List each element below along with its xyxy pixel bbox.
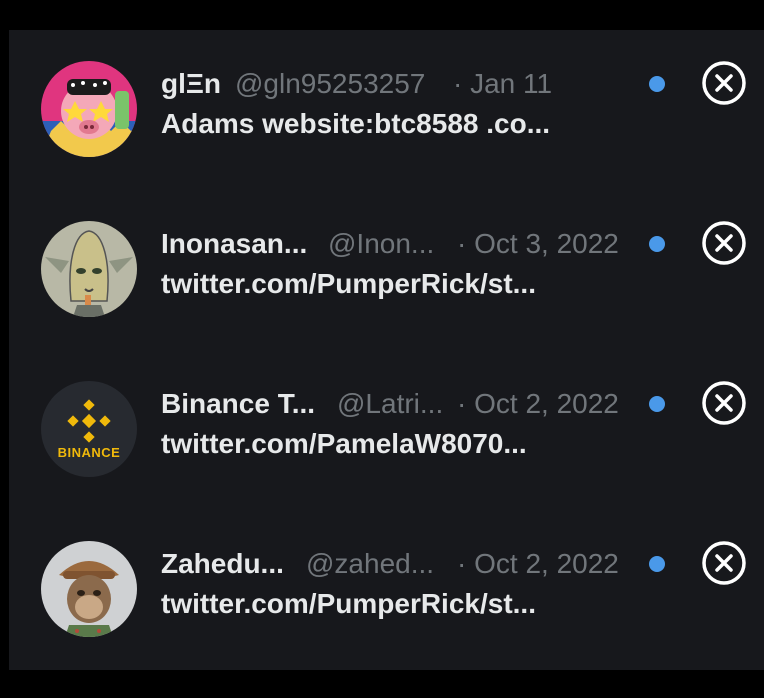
avatar[interactable]	[41, 61, 137, 157]
dismiss-button[interactable]	[701, 60, 747, 106]
message-snippet: twitter.com/PumperRick/st...	[161, 268, 536, 299]
close-circle-icon	[702, 541, 746, 585]
unread-dot-icon	[649, 396, 665, 412]
close-circle-icon	[702, 381, 746, 425]
sender-handle: @zahed...	[306, 548, 435, 579]
sender-handle: @gln95253257	[235, 68, 426, 99]
message-list-panel: glΞn @gln95253257 · Jan 11 Adams website…	[9, 30, 764, 670]
message-row[interactable]: Inonasan... @Inon... · Oct 3, 2022 twitt…	[9, 190, 764, 317]
message-snippet: Adams website:btc8588 .co...	[161, 108, 551, 139]
unread-dot-icon	[649, 556, 665, 572]
binance-logo-text: BINANCE	[57, 445, 121, 460]
unread-dot-icon	[649, 236, 665, 252]
message-snippet: twitter.com/PumperRick/st...	[161, 588, 536, 619]
sender-name: Binance T...	[161, 388, 316, 419]
sender-handle: @Latri...	[337, 388, 444, 419]
sender-name: Inonasan...	[161, 228, 308, 259]
message-row[interactable]: BINANCE Binance T... @Latri... · Oct 2, …	[9, 350, 764, 477]
sender-handle: @Inon...	[328, 228, 435, 259]
message-row[interactable]: glΞn @gln95253257 · Jan 11 Adams website…	[9, 30, 764, 157]
avatar[interactable]: BINANCE	[41, 381, 137, 477]
bottom-edge	[0, 670, 764, 698]
avatar[interactable]	[41, 541, 137, 637]
sender-name: glΞn	[161, 68, 222, 99]
dismiss-button[interactable]	[701, 540, 747, 586]
message-row[interactable]: Zahedu... @zahed... · Oct 2, 2022 twitte…	[9, 510, 764, 637]
message-date: · Oct 2, 2022	[457, 388, 619, 419]
close-circle-icon	[702, 221, 746, 265]
avatar[interactable]	[41, 221, 137, 317]
message-date: · Oct 2, 2022	[457, 548, 619, 579]
dismiss-button[interactable]	[701, 220, 747, 266]
dismiss-button[interactable]	[701, 380, 747, 426]
sender-name: Zahedu...	[161, 548, 284, 579]
message-date: · Oct 3, 2022	[457, 228, 619, 259]
close-circle-icon	[702, 61, 746, 105]
unread-dot-icon	[649, 76, 665, 92]
message-snippet: twitter.com/PamelaW8070...	[161, 428, 527, 459]
message-date: · Jan 11	[453, 68, 553, 99]
